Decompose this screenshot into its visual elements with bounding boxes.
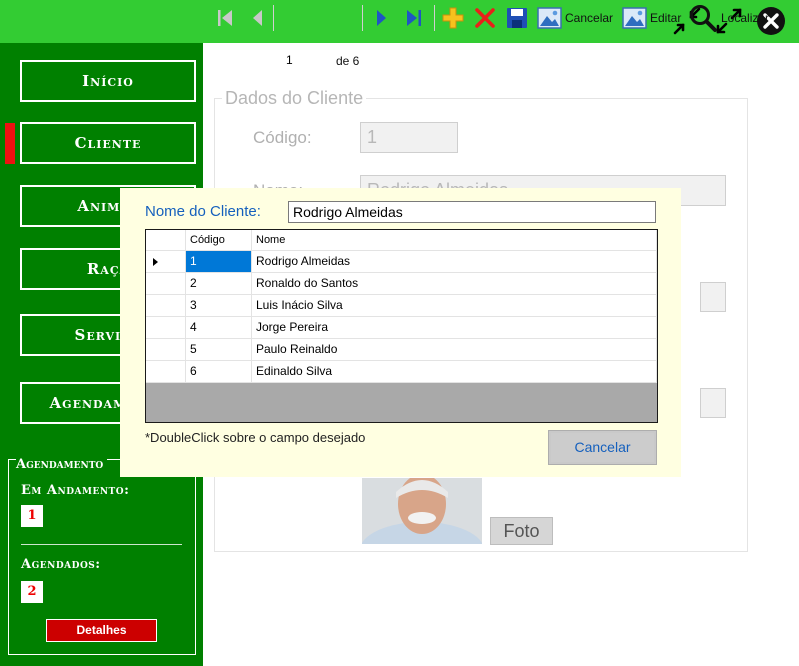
- row-header[interactable]: [146, 361, 186, 383]
- form-field[interactable]: [700, 388, 726, 418]
- current-row-icon: [153, 258, 158, 266]
- table-row[interactable]: 6 Edinaldo Silva: [146, 361, 657, 383]
- group-title: Dados do Cliente: [222, 88, 367, 109]
- previous-record-button[interactable]: [246, 6, 270, 30]
- first-record-icon: [218, 10, 232, 26]
- client-photo: [362, 478, 482, 544]
- toolbar-separator: [434, 5, 435, 31]
- sidebar-item-cliente[interactable]: Cliente: [20, 122, 196, 164]
- column-header-codigo[interactable]: Código: [186, 230, 252, 251]
- nome-cell[interactable]: Jorge Pereira: [252, 317, 657, 339]
- toolbar-separator: [362, 5, 363, 31]
- sidebar-item-label: Início: [82, 72, 134, 90]
- record-position-input[interactable]: [281, 48, 332, 72]
- row-header[interactable]: [146, 273, 186, 295]
- cancel-button[interactable]: Cancelar: [537, 6, 613, 30]
- codigo-cell[interactable]: 5: [186, 339, 252, 361]
- client-grid: Código Nome 1 Rodrigo Almeidas 2 Ronaldo…: [145, 229, 658, 423]
- image-icon: [622, 7, 647, 29]
- row-header[interactable]: [146, 317, 186, 339]
- save-button[interactable]: [505, 6, 529, 30]
- codigo-cell[interactable]: 6: [186, 361, 252, 383]
- search-icon: [690, 5, 717, 32]
- agendados-label: Agendados:: [21, 557, 101, 572]
- foto-button[interactable]: Foto: [490, 517, 553, 545]
- em-andamento-label: Em Andamento:: [21, 483, 130, 498]
- add-button[interactable]: [441, 6, 465, 30]
- image-icon: [537, 7, 562, 29]
- grid-header: Código Nome: [146, 230, 657, 251]
- add-icon: [442, 7, 464, 29]
- agendados-count: 2: [21, 581, 43, 603]
- sidebar-item-inicio[interactable]: Início: [20, 60, 196, 102]
- codigo-label: Código:: [253, 128, 312, 147]
- last-record-button[interactable]: [402, 6, 426, 30]
- detalhes-button[interactable]: Detalhes: [46, 619, 157, 642]
- table-row[interactable]: 2 Ronaldo do Santos: [146, 273, 657, 295]
- nome-cell[interactable]: Paulo Reinaldo: [252, 339, 657, 361]
- active-indicator: [5, 123, 15, 164]
- edit-button[interactable]: Editar: [622, 6, 681, 30]
- cancel-label: Cancelar: [565, 11, 614, 25]
- popup-hint: *DoubleClick sobre o campo desejado: [145, 430, 366, 445]
- row-header[interactable]: [146, 295, 186, 317]
- search-label: Localizar: [721, 11, 770, 25]
- save-icon: [507, 8, 527, 28]
- next-record-icon: [377, 10, 386, 26]
- codigo-field[interactable]: 1: [360, 122, 458, 153]
- divider: [21, 544, 182, 545]
- codigo-cell[interactable]: 4: [186, 317, 252, 339]
- search-label: Nome do Cliente:: [145, 203, 261, 220]
- codigo-cell[interactable]: 1: [186, 251, 252, 273]
- nome-cell[interactable]: Rodrigo Almeidas: [252, 251, 657, 273]
- client-name-input[interactable]: Rodrigo Almeidas: [288, 201, 656, 223]
- next-record-button[interactable]: [370, 6, 394, 30]
- sidebar-item-label: Cliente: [74, 134, 142, 152]
- table-row[interactable]: 5 Paulo Reinaldo: [146, 339, 657, 361]
- agendamento-title: Agendamento: [16, 457, 108, 472]
- popup-cancel-button[interactable]: Cancelar: [548, 430, 657, 465]
- previous-record-icon: [253, 10, 262, 26]
- delete-icon: [475, 8, 495, 28]
- row-header-corner: [146, 230, 186, 251]
- record-total-label: de 6: [336, 54, 360, 68]
- form-field[interactable]: [700, 282, 726, 312]
- delete-button[interactable]: [473, 6, 497, 30]
- row-header[interactable]: [146, 339, 186, 361]
- first-record-button[interactable]: [213, 6, 237, 30]
- nome-cell[interactable]: Ronaldo do Santos: [252, 273, 657, 295]
- table-row[interactable]: 3 Luis Inácio Silva: [146, 295, 657, 317]
- codigo-cell[interactable]: 2: [186, 273, 252, 295]
- codigo-cell[interactable]: 3: [186, 295, 252, 317]
- toolbar-separator: [273, 5, 274, 31]
- edit-label: Editar: [650, 11, 682, 25]
- column-header-nome[interactable]: Nome: [252, 230, 657, 251]
- search-button[interactable]: Localizar: [688, 3, 769, 33]
- table-row[interactable]: 4 Jorge Pereira: [146, 317, 657, 339]
- last-record-icon: [407, 10, 421, 26]
- table-row[interactable]: 1 Rodrigo Almeidas: [146, 251, 657, 273]
- nome-cell[interactable]: Edinaldo Silva: [252, 361, 657, 383]
- nome-cell[interactable]: Luis Inácio Silva: [252, 295, 657, 317]
- em-andamento-count: 1: [21, 505, 43, 527]
- row-header[interactable]: [146, 251, 186, 273]
